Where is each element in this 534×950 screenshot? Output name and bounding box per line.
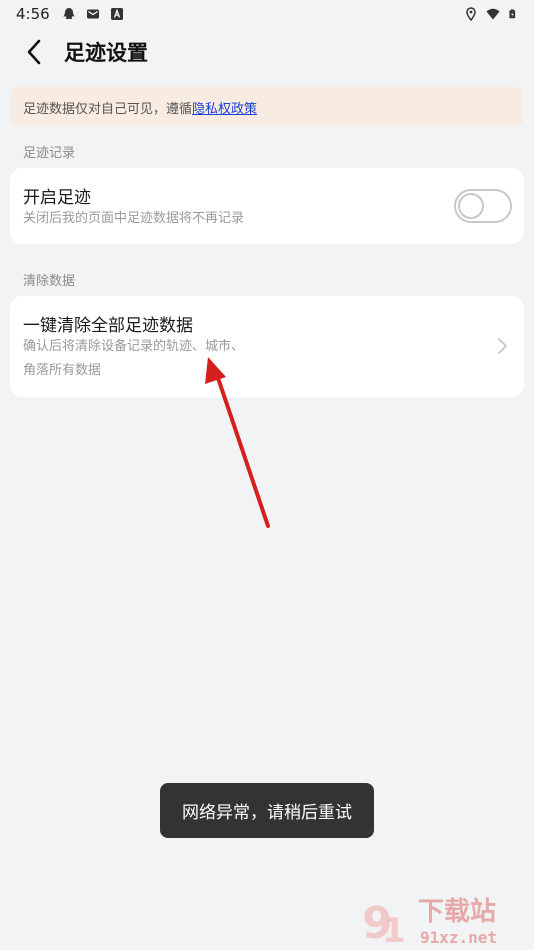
wifi-icon: [486, 8, 500, 20]
status-time: 4:56: [16, 5, 50, 23]
page-title: 足迹设置: [64, 41, 148, 65]
toast: 网络异常，请稍后重试: [160, 783, 374, 838]
privacy-policy-link[interactable]: 隐私权政策: [192, 98, 257, 117]
site-watermark: 9 1 下载站 91xz.net: [362, 897, 497, 948]
section-label-clear: 清除数据: [23, 274, 76, 289]
qq-icon: [63, 8, 75, 20]
battery-icon: [509, 9, 516, 19]
watermark-text1: 下载站: [418, 897, 496, 927]
enable-footprint-toggle[interactable]: [454, 189, 512, 223]
back-button[interactable]: [10, 28, 58, 76]
privacy-notice: 足迹数据仅对自己可见，遵循 隐私权政策: [11, 87, 523, 127]
mail-icon: [86, 9, 99, 19]
enable-footprint-title: 开启足迹: [23, 188, 91, 208]
chevron-right-icon: [498, 338, 507, 354]
watermark-text2: 91xz.net: [420, 928, 497, 947]
section-label-record: 足迹记录: [23, 146, 76, 161]
toast-text: 网络异常，请稍后重试: [182, 803, 352, 823]
enable-footprint-subtitle: 关闭后我的页面中足迹数据将不再记录: [23, 211, 245, 226]
toggle-knob: [458, 193, 484, 219]
status-bar: 4:56: [0, 0, 534, 28]
location-icon: [466, 7, 476, 21]
header: 足迹设置: [0, 28, 534, 76]
privacy-notice-text: 足迹数据仅对自己可见，遵循: [23, 101, 193, 117]
back-arrow-icon: [27, 39, 41, 65]
enable-footprint-card: 开启足迹 关闭后我的页面中足迹数据将不再记录: [10, 168, 524, 244]
clear-all-title: 一键清除全部足迹数据: [23, 316, 193, 336]
svg-text:1: 1: [382, 911, 406, 948]
a-icon: [110, 8, 123, 20]
clear-all-subtitle-line1: 确认后将清除设备记录的轨迹、城市、: [23, 339, 245, 354]
clear-all-card[interactable]: 一键清除全部足迹数据 确认后将清除设备记录的轨迹、城市、 角落所有数据: [10, 296, 524, 397]
clear-all-subtitle-line2: 角落所有数据: [23, 363, 102, 378]
